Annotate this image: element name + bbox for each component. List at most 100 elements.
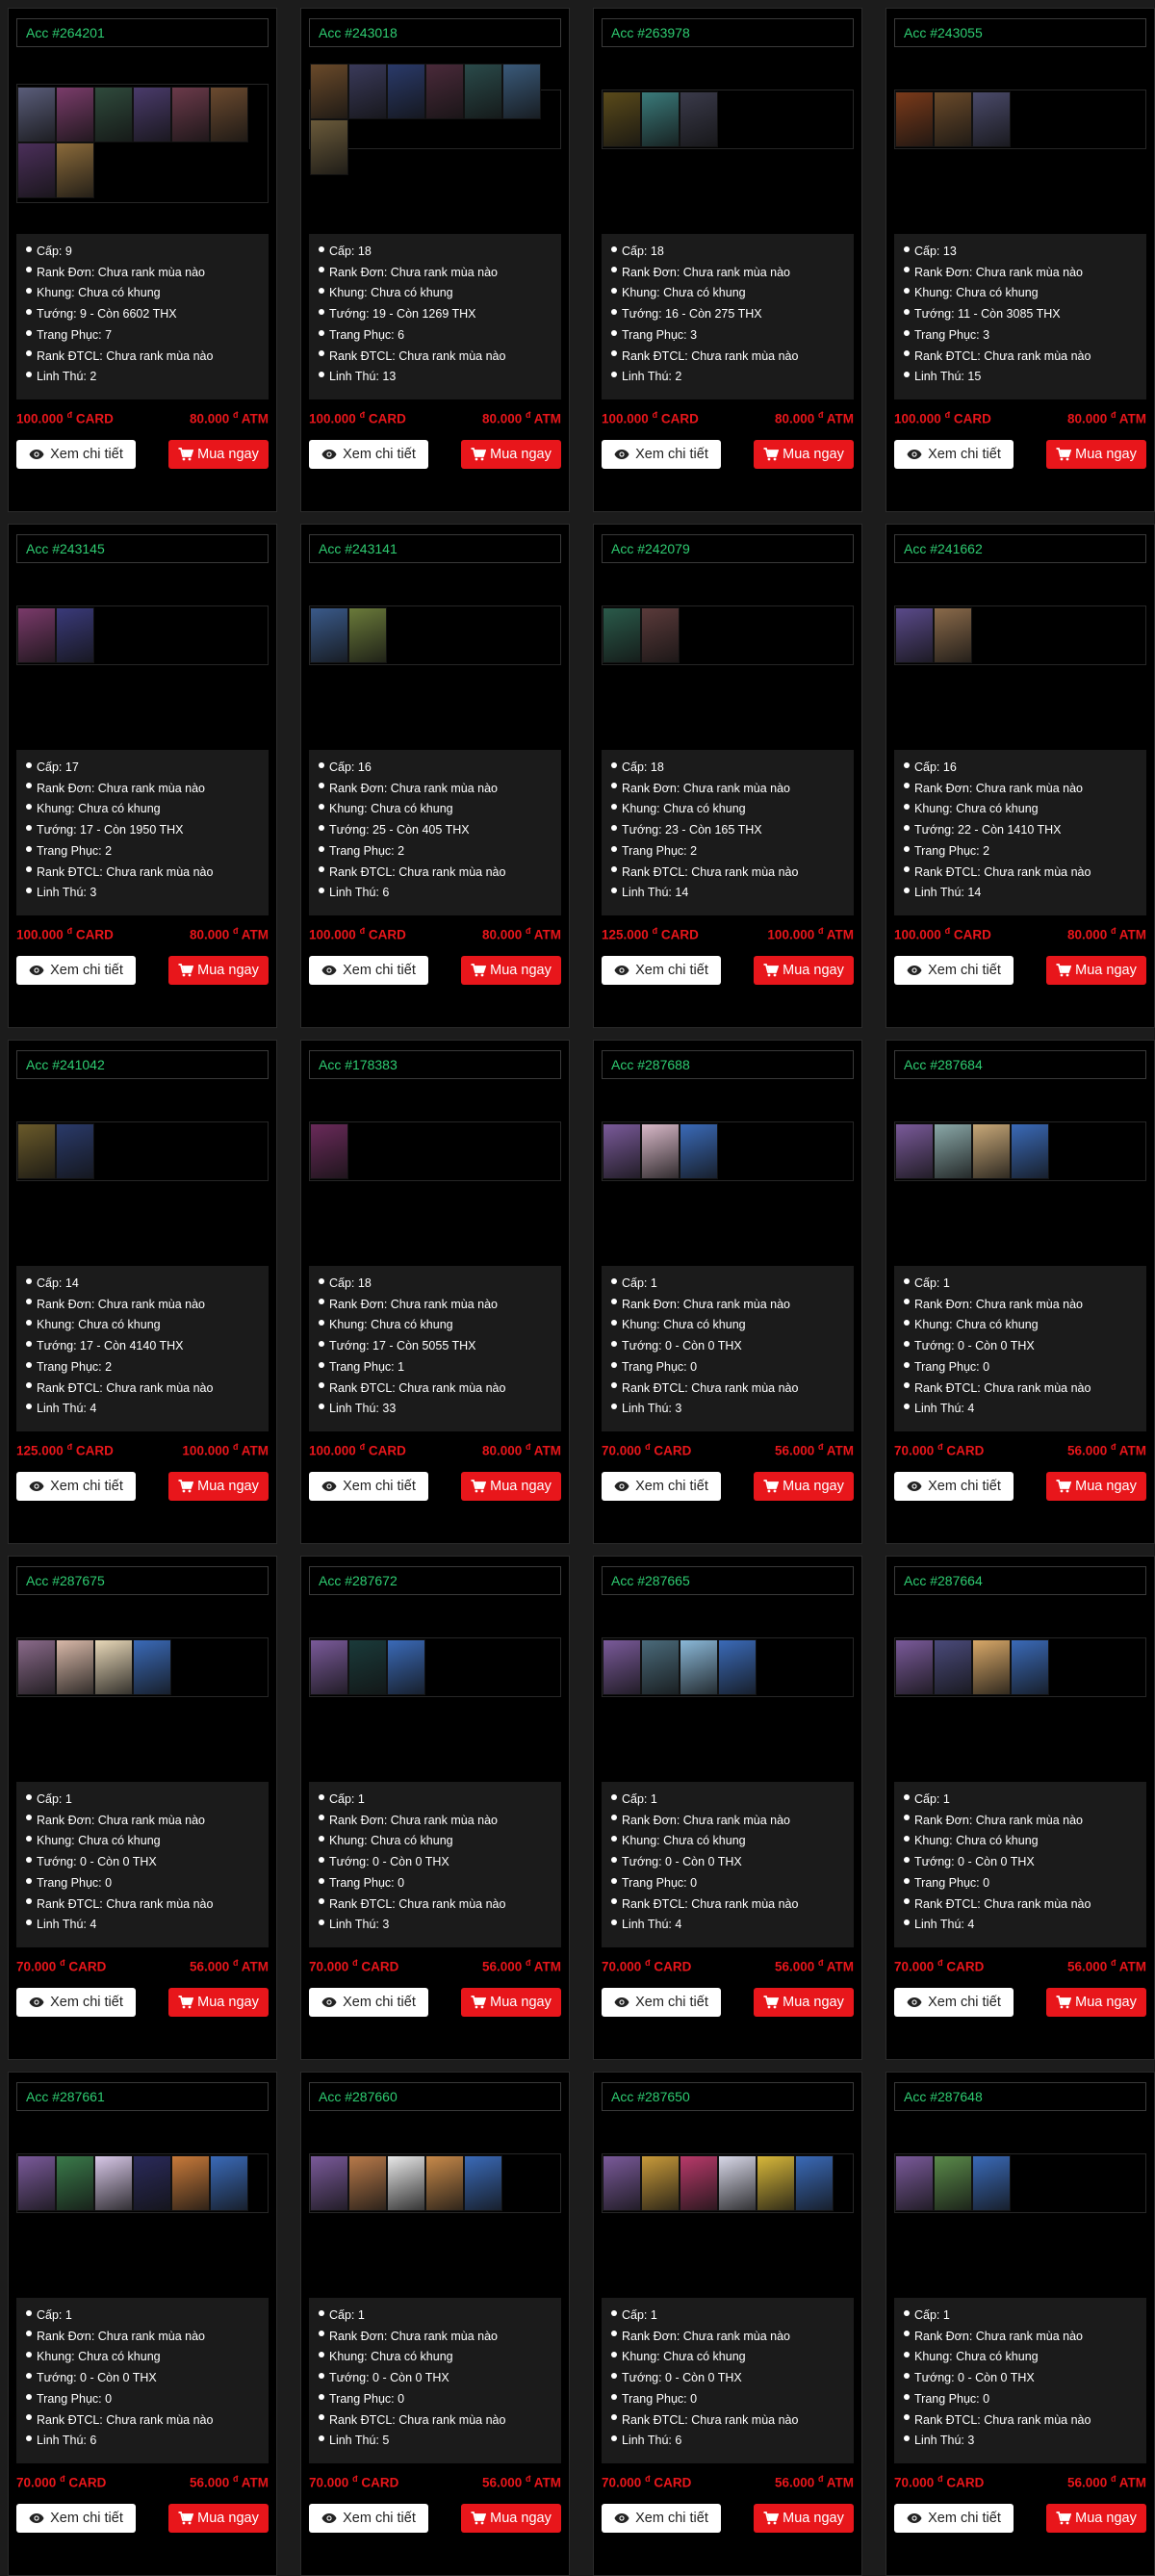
champion-thumbnail[interactable] xyxy=(387,1639,425,1695)
champion-thumbnail[interactable] xyxy=(1011,1639,1049,1695)
view-detail-button[interactable]: Xem chi tiết xyxy=(16,440,136,469)
buy-now-button[interactable]: Mua ngay xyxy=(461,2504,561,2533)
view-detail-button[interactable]: Xem chi tiết xyxy=(894,1472,1014,1501)
buy-now-button[interactable]: Mua ngay xyxy=(168,1472,269,1501)
champion-thumbnail[interactable] xyxy=(310,119,348,175)
view-detail-button[interactable]: Xem chi tiết xyxy=(16,956,136,985)
buy-now-button[interactable]: Mua ngay xyxy=(754,956,854,985)
champion-thumbnail[interactable] xyxy=(94,87,133,142)
champion-thumbnail[interactable] xyxy=(895,607,934,663)
champion-thumbnail[interactable] xyxy=(17,2155,56,2211)
champion-thumbnail[interactable] xyxy=(934,2155,972,2211)
champion-thumbnail[interactable] xyxy=(56,87,94,142)
buy-now-button[interactable]: Mua ngay xyxy=(1046,956,1146,985)
champion-thumbnail[interactable] xyxy=(641,607,680,663)
champion-thumbnail[interactable] xyxy=(464,64,502,119)
view-detail-button[interactable]: Xem chi tiết xyxy=(602,2504,721,2533)
champion-thumbnail[interactable] xyxy=(56,142,94,198)
champion-thumbnail[interactable] xyxy=(425,64,464,119)
buy-now-button[interactable]: Mua ngay xyxy=(168,1988,269,2017)
champion-thumbnail[interactable] xyxy=(425,2155,464,2211)
champion-thumbnail[interactable] xyxy=(934,1123,972,1179)
champion-thumbnail[interactable] xyxy=(972,1123,1011,1179)
buy-now-button[interactable]: Mua ngay xyxy=(461,1988,561,2017)
champion-thumbnail[interactable] xyxy=(171,87,210,142)
buy-now-button[interactable]: Mua ngay xyxy=(1046,2504,1146,2533)
champion-thumbnail[interactable] xyxy=(641,2155,680,2211)
champion-thumbnail[interactable] xyxy=(17,1639,56,1695)
buy-now-button[interactable]: Mua ngay xyxy=(1046,1472,1146,1501)
champion-thumbnail[interactable] xyxy=(94,2155,133,2211)
champion-thumbnail[interactable] xyxy=(934,1639,972,1695)
champion-thumbnail[interactable] xyxy=(603,2155,641,2211)
buy-now-button[interactable]: Mua ngay xyxy=(754,1988,854,2017)
champion-thumbnail[interactable] xyxy=(603,91,641,147)
buy-now-button[interactable]: Mua ngay xyxy=(168,956,269,985)
champion-thumbnail[interactable] xyxy=(680,1123,718,1179)
champion-thumbnail[interactable] xyxy=(56,1123,94,1179)
champion-thumbnail[interactable] xyxy=(680,1639,718,1695)
champion-thumbnail[interactable] xyxy=(795,2155,834,2211)
champion-thumbnail[interactable] xyxy=(94,1639,133,1695)
champion-thumbnail[interactable] xyxy=(133,2155,171,2211)
champion-thumbnail[interactable] xyxy=(17,607,56,663)
champion-thumbnail[interactable] xyxy=(348,607,387,663)
buy-now-button[interactable]: Mua ngay xyxy=(754,2504,854,2533)
champion-thumbnail[interactable] xyxy=(348,64,387,119)
champion-thumbnail[interactable] xyxy=(603,1123,641,1179)
view-detail-button[interactable]: Xem chi tiết xyxy=(309,1988,428,2017)
champion-thumbnail[interactable] xyxy=(895,2155,934,2211)
champion-thumbnail[interactable] xyxy=(895,1123,934,1179)
champion-thumbnail[interactable] xyxy=(1011,1123,1049,1179)
champion-thumbnail[interactable] xyxy=(310,2155,348,2211)
champion-thumbnail[interactable] xyxy=(464,2155,502,2211)
champion-thumbnail[interactable] xyxy=(934,91,972,147)
champion-thumbnail[interactable] xyxy=(718,1639,757,1695)
view-detail-button[interactable]: Xem chi tiết xyxy=(16,1988,136,2017)
champion-thumbnail[interactable] xyxy=(757,2155,795,2211)
champion-thumbnail[interactable] xyxy=(56,1639,94,1695)
view-detail-button[interactable]: Xem chi tiết xyxy=(602,1988,721,2017)
buy-now-button[interactable]: Mua ngay xyxy=(754,1472,854,1501)
buy-now-button[interactable]: Mua ngay xyxy=(461,956,561,985)
champion-thumbnail[interactable] xyxy=(310,1639,348,1695)
champion-thumbnail[interactable] xyxy=(387,64,425,119)
champion-thumbnail[interactable] xyxy=(718,2155,757,2211)
buy-now-button[interactable]: Mua ngay xyxy=(1046,1988,1146,2017)
champion-thumbnail[interactable] xyxy=(17,1123,56,1179)
champion-thumbnail[interactable] xyxy=(310,1123,348,1179)
champion-thumbnail[interactable] xyxy=(171,2155,210,2211)
champion-thumbnail[interactable] xyxy=(502,64,541,119)
view-detail-button[interactable]: Xem chi tiết xyxy=(894,1988,1014,2017)
view-detail-button[interactable]: Xem chi tiết xyxy=(894,440,1014,469)
champion-thumbnail[interactable] xyxy=(17,87,56,142)
champion-thumbnail[interactable] xyxy=(972,2155,1011,2211)
champion-thumbnail[interactable] xyxy=(972,91,1011,147)
view-detail-button[interactable]: Xem chi tiết xyxy=(602,440,721,469)
champion-thumbnail[interactable] xyxy=(895,1639,934,1695)
view-detail-button[interactable]: Xem chi tiết xyxy=(894,2504,1014,2533)
champion-thumbnail[interactable] xyxy=(310,607,348,663)
champion-thumbnail[interactable] xyxy=(133,1639,171,1695)
champion-thumbnail[interactable] xyxy=(641,1123,680,1179)
champion-thumbnail[interactable] xyxy=(680,2155,718,2211)
champion-thumbnail[interactable] xyxy=(603,607,641,663)
view-detail-button[interactable]: Xem chi tiết xyxy=(16,2504,136,2533)
champion-thumbnail[interactable] xyxy=(17,142,56,198)
champion-thumbnail[interactable] xyxy=(210,87,248,142)
champion-thumbnail[interactable] xyxy=(895,91,934,147)
champion-thumbnail[interactable] xyxy=(641,91,680,147)
champion-thumbnail[interactable] xyxy=(387,2155,425,2211)
champion-thumbnail[interactable] xyxy=(680,91,718,147)
view-detail-button[interactable]: Xem chi tiết xyxy=(309,956,428,985)
champion-thumbnail[interactable] xyxy=(310,64,348,119)
champion-thumbnail[interactable] xyxy=(972,1639,1011,1695)
champion-thumbnail[interactable] xyxy=(56,2155,94,2211)
view-detail-button[interactable]: Xem chi tiết xyxy=(309,440,428,469)
champion-thumbnail[interactable] xyxy=(210,2155,248,2211)
view-detail-button[interactable]: Xem chi tiết xyxy=(309,1472,428,1501)
buy-now-button[interactable]: Mua ngay xyxy=(1046,440,1146,469)
buy-now-button[interactable]: Mua ngay xyxy=(754,440,854,469)
champion-thumbnail[interactable] xyxy=(133,87,171,142)
champion-thumbnail[interactable] xyxy=(348,1639,387,1695)
